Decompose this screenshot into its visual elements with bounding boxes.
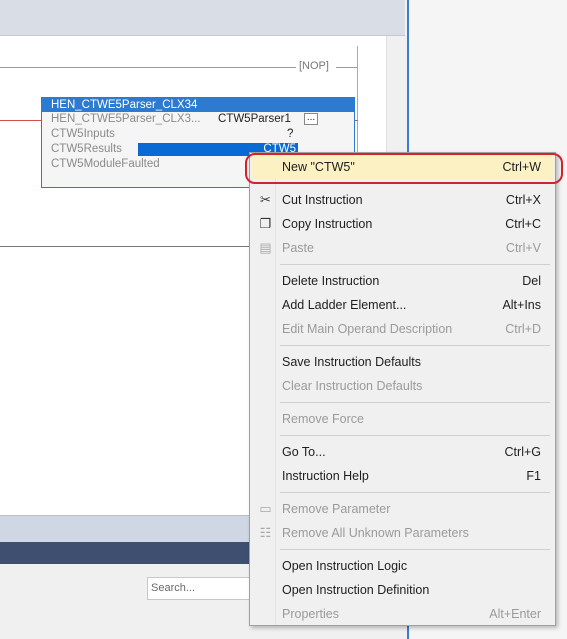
menu-item-label: Remove Parameter: [282, 502, 391, 516]
menu-item-label: Open Instruction Definition: [282, 583, 430, 597]
scissors-icon: ✂: [260, 192, 271, 207]
menu-item-shortcut: Alt+Ins: [502, 298, 541, 312]
menu-item-shortcut: Ctrl+W: [502, 160, 541, 174]
nop-instruction[interactable]: [NOP]: [299, 60, 329, 74]
menu-item-shortcut: Ctrl+C: [505, 217, 541, 231]
menu-item-remove-parameter[interactable]: ▭ Remove Parameter: [252, 497, 553, 521]
menu-item-instruction-help[interactable]: Instruction Help F1: [252, 464, 553, 488]
menu-item-shortcut: Ctrl+D: [505, 322, 541, 336]
aoi-instance-row[interactable]: HEN_CTWE5Parser_CLX3... CTW5Parser1 ...: [42, 112, 354, 127]
menu-separator: [280, 402, 550, 403]
aoi-instance-browse-button[interactable]: ...: [304, 113, 318, 125]
remove-all-parameters-icon: ☷: [259, 525, 272, 540]
menu-item-label: Remove Force: [282, 412, 364, 426]
rung-wire-top: [0, 67, 296, 68]
menu-item-open-instruction-logic[interactable]: Open Instruction Logic: [252, 554, 553, 578]
menu-item-shortcut: F1: [526, 469, 541, 483]
aoi-title[interactable]: HEN_CTWE5Parser_CLX34: [42, 98, 354, 112]
menu-item-shortcut: Ctrl+G: [504, 445, 541, 459]
menu-separator: [280, 264, 550, 265]
menu-item-copy-instruction[interactable]: ❐ Copy Instruction Ctrl+C: [252, 212, 553, 236]
aoi-instance-label: HEN_CTWE5Parser_CLX3...: [51, 113, 201, 125]
menu-item-label: Open Instruction Logic: [282, 559, 408, 573]
aoi-faulted-label: CTW5ModuleFaulted: [51, 158, 160, 170]
menu-item-shortcut: Del: [522, 274, 541, 288]
menu-item-clear-instruction-defaults[interactable]: Clear Instruction Defaults: [252, 374, 553, 398]
menu-item-label: Clear Instruction Defaults: [282, 379, 423, 393]
menu-item-label: Go To...: [282, 445, 326, 459]
menu-item-remove-force[interactable]: Remove Force: [252, 407, 553, 431]
menu-separator: [280, 345, 550, 346]
menu-item-go-to[interactable]: Go To... Ctrl+G: [252, 440, 553, 464]
editor-header-strip: [0, 0, 405, 36]
menu-item-label: Instruction Help: [282, 469, 369, 483]
menu-item-remove-all-unknown-parameters[interactable]: ☷ Remove All Unknown Parameters: [252, 521, 553, 545]
menu-item-open-instruction-definition[interactable]: Open Instruction Definition: [252, 578, 553, 602]
menu-item-edit-main-operand-description[interactable]: Edit Main Operand Description Ctrl+D: [252, 317, 553, 341]
menu-separator: [280, 549, 550, 550]
context-menu: New "CTW5" Ctrl+W ✂ Cut Instruction Ctrl…: [249, 152, 556, 626]
menu-separator: [280, 182, 550, 183]
menu-item-label: Remove All Unknown Parameters: [282, 526, 469, 540]
aoi-inputs-row[interactable]: CTW5Inputs ?: [42, 127, 354, 142]
search-input[interactable]: Search...: [147, 577, 253, 600]
menu-item-label: Paste: [282, 241, 314, 255]
menu-item-shortcut: Ctrl+V: [505, 241, 541, 255]
menu-item-label: Add Ladder Element...: [282, 298, 407, 312]
menu-item-delete-instruction[interactable]: Delete Instruction Del: [252, 269, 553, 293]
menu-item-label: Save Instruction Defaults: [282, 355, 421, 369]
menu-item-properties[interactable]: Properties Alt+Enter: [252, 602, 553, 626]
rung-separator-line: [0, 246, 250, 247]
menu-item-shortcut: Ctrl+X: [505, 193, 541, 207]
menu-item-label: New "CTW5": [282, 160, 355, 174]
menu-item-label: Delete Instruction: [282, 274, 380, 288]
rung-wire-left-energized: [0, 120, 41, 121]
rung-wire-right-energized: [355, 120, 358, 121]
menu-item-add-ladder-element[interactable]: Add Ladder Element... Alt+Ins: [252, 293, 553, 317]
menu-item-label: Copy Instruction: [282, 217, 373, 231]
menu-item-new-tag[interactable]: New "CTW5" Ctrl+W: [252, 155, 553, 179]
aoi-instance-value[interactable]: CTW5Parser1: [218, 112, 291, 127]
aoi-inputs-value[interactable]: ?: [287, 127, 293, 142]
menu-separator: [280, 492, 550, 493]
menu-item-label: Properties: [282, 607, 339, 621]
copy-icon: ❐: [259, 216, 272, 231]
menu-item-label: Edit Main Operand Description: [282, 322, 453, 336]
menu-item-label: Cut Instruction: [282, 193, 363, 207]
menu-item-shortcut: Alt+Enter: [489, 607, 541, 621]
menu-item-paste[interactable]: ▤ Paste Ctrl+V: [252, 236, 553, 260]
menu-separator: [280, 435, 550, 436]
rung-wire-top-right: [336, 67, 358, 68]
paste-icon: ▤: [259, 240, 272, 255]
aoi-results-label: CTW5Results: [51, 143, 122, 155]
remove-parameter-icon: ▭: [259, 501, 272, 516]
aoi-inputs-label: CTW5Inputs: [51, 128, 115, 140]
menu-item-save-instruction-defaults[interactable]: Save Instruction Defaults: [252, 350, 553, 374]
menu-item-cut-instruction[interactable]: ✂ Cut Instruction Ctrl+X: [252, 188, 553, 212]
